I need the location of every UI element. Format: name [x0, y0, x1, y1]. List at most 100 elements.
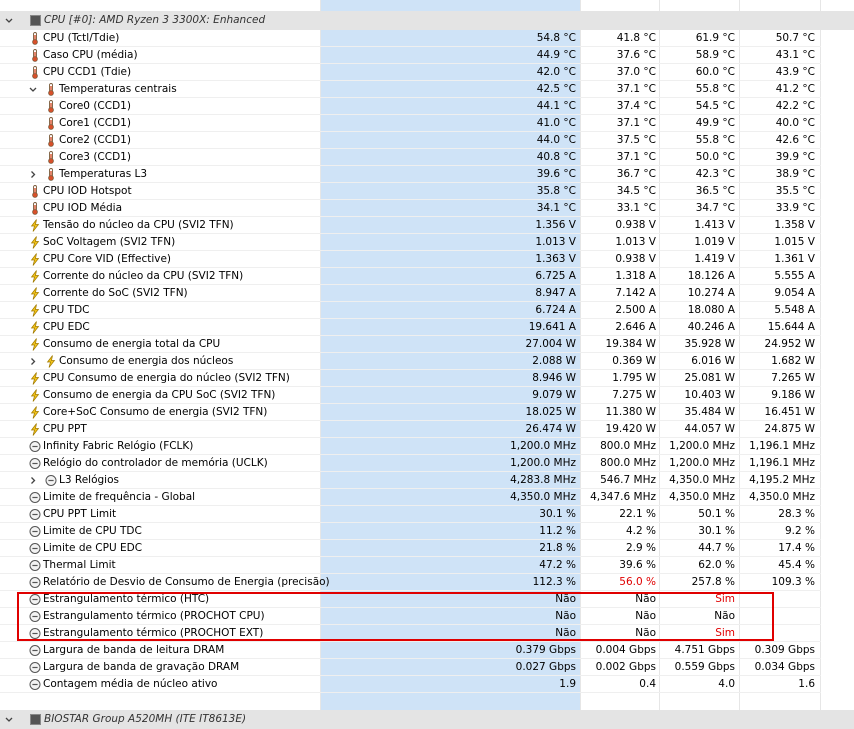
sensor-row[interactable]: Tensão do núcleo da CPU (SVI2 TFN) 1.356 …: [0, 217, 854, 234]
sensor-row[interactable]: Core3 (CCD1) 40.8 °C 37.1 °C 50.0 °C 39.9 °C: [0, 149, 854, 166]
minimum-value: Não: [635, 610, 656, 622]
current-value: 1.356 V: [535, 219, 576, 231]
current-value: 6.724 A: [535, 304, 576, 316]
thermometer-icon: [45, 100, 57, 113]
sensor-row[interactable]: CPU EDC 19.641 A 2.646 A 40.246 A 15.644 A: [0, 319, 854, 336]
sensor-row[interactable]: Core1 (CCD1) 41.0 °C 37.1 °C 49.9 °C 40.0 °C: [0, 115, 854, 132]
sensor-row[interactable]: CPU CCD1 (Tdie) 42.0 °C 37.0 °C 60.0 °C 43.9…: [0, 64, 854, 81]
sensor-row[interactable]: L3 Relógios 4,283.8 MHz 546.7 MHz 4,350.0 M…: [0, 472, 854, 489]
sensor-row[interactable]: Limite de CPU TDC 11.2 % 4.2 % 30.1 % 9.2 %: [0, 523, 854, 540]
maximum-value: 25.081 W: [684, 372, 735, 384]
sensor-row[interactable]: Estrangulamento térmico (PROCHOT CPU) Não…: [0, 608, 854, 625]
sensor-row[interactable]: Thermal Limit 47.2 % 39.6 % 62.0 % 45.4 %: [0, 557, 854, 574]
sensor-label: Limite de CPU TDC: [43, 525, 142, 537]
maximum-value: Sim: [715, 627, 735, 639]
current-value: 44.9 °C: [536, 49, 576, 61]
sensor-row[interactable]: CPU PPT 26.474 W 19.420 W 44.057 W 24.875 W: [0, 421, 854, 438]
maximum-value: 49.9 °C: [695, 117, 735, 129]
sensor-row[interactable]: Limite de frequência - Global 4,350.0 MHz…: [0, 489, 854, 506]
sensor-row[interactable]: Largura de banda de gravação DRAM 0.027 G…: [0, 659, 854, 676]
maximum-value: 55.8 °C: [695, 134, 735, 146]
average-value: 1.6: [798, 678, 815, 690]
sensor-row[interactable]: SoC Voltagem (SVI2 TFN) 1.013 V 1.013 V 1.0…: [0, 234, 854, 251]
lightning-icon: [29, 372, 41, 385]
chevron-right-icon[interactable]: [28, 353, 38, 370]
lightning-icon: [29, 338, 41, 351]
sensor-row[interactable]: Consumo de energia dos núcleos 2.088 W 0.3…: [0, 353, 854, 370]
average-value: 109.3 %: [771, 576, 815, 588]
sensor-row[interactable]: Consumo de energia total da CPU 27.004 W 1…: [0, 336, 854, 353]
minimum-value: 1.013 V: [615, 236, 656, 248]
chevron-down-icon[interactable]: [28, 81, 38, 98]
sensor-row[interactable]: Consumo de energia da CPU SoC (SVI2 TFN)…: [0, 387, 854, 404]
average-value: 50.7 °C: [775, 32, 815, 44]
sensor-row[interactable]: Caso CPU (média) 44.9 °C 37.6 °C 58.9 °C 43.…: [0, 47, 854, 64]
average-value: 5.548 A: [774, 304, 815, 316]
average-value: 4,195.2 MHz: [749, 474, 815, 486]
sensor-row[interactable]: Temperaturas L3 39.6 °C 36.7 °C 42.3 °C 38.9…: [0, 166, 854, 183]
maximum-value: 50.0 °C: [695, 151, 735, 163]
average-value: 9.054 A: [774, 287, 815, 299]
sensor-label: Estrangulamento térmico (PROCHOT EXT): [43, 627, 264, 639]
maximum-value: 6.016 W: [691, 355, 735, 367]
minimum-value: 37.1 °C: [616, 117, 656, 129]
sensor-label: Largura de banda de leitura DRAM: [43, 644, 225, 656]
clock-icon: [29, 440, 41, 453]
current-value: 9.079 W: [532, 389, 576, 401]
sensor-label: Consumo de energia total da CPU: [43, 338, 221, 350]
sensor-row[interactable]: Infinity Fabric Relógio (FCLK) 1,200.0 MH…: [0, 438, 854, 455]
sensor-row[interactable]: Core2 (CCD1) 44.0 °C 37.5 °C 55.8 °C 42.6 °C: [0, 132, 854, 149]
clock-icon: [29, 593, 41, 606]
sensor-row[interactable]: Temperaturas centrais 42.5 °C 37.1 °C 55.8 …: [0, 81, 854, 98]
current-value: 39.6 °C: [536, 168, 576, 180]
sensor-row[interactable]: Corrente do núcleo da CPU (SVI2 TFN) 6.72…: [0, 268, 854, 285]
sensor-row[interactable]: Core0 (CCD1) 44.1 °C 37.4 °C 54.5 °C 42.2 °C: [0, 98, 854, 115]
chevron-right-icon[interactable]: [28, 472, 38, 489]
sensor-row[interactable]: Estrangulamento térmico (HTC) Não Não Sim: [0, 591, 854, 608]
sensor-row[interactable]: Core+SoC Consumo de energia (SVI2 TFN) 18…: [0, 404, 854, 421]
maximum-value: Sim: [715, 593, 735, 605]
sensor-row[interactable]: CPU TDC 6.724 A 2.500 A 18.080 A 5.548 A: [0, 302, 854, 319]
current-value: 41.0 °C: [536, 117, 576, 129]
minimum-value: 41.8 °C: [616, 32, 656, 44]
chevron-down-icon[interactable]: [4, 711, 14, 728]
maximum-value: 42.3 °C: [695, 168, 735, 180]
group-header-motherboard[interactable]: BIOSTAR Group A520MH (ITE IT8613E): [0, 710, 854, 729]
current-value: 27.004 W: [525, 338, 576, 350]
sensor-row[interactable]: CPU Consumo de energia do núcleo (SVI2 T…: [0, 370, 854, 387]
sensor-row[interactable]: CPU Core VID (Effective) 1.363 V 0.938 V 1.…: [0, 251, 854, 268]
minimum-value: 11.380 W: [605, 406, 656, 418]
sensor-row[interactable]: Largura de banda de leitura DRAM 0.379 Gb…: [0, 642, 854, 659]
chevron-down-icon[interactable]: [4, 12, 14, 29]
chevron-right-icon[interactable]: [28, 166, 38, 183]
group-header-cpu[interactable]: CPU [#0]: AMD Ryzen 3 3300X: Enhanced: [0, 11, 854, 30]
sensor-row[interactable]: Relógio do controlador de memória (UCLK)…: [0, 455, 854, 472]
minimum-value: 800.0 MHz: [600, 457, 656, 469]
minimum-value: 0.938 V: [615, 253, 656, 265]
clock-icon: [45, 474, 57, 487]
sensor-row[interactable]: Contagem média de núcleo ativo 1.9 0.4 4.0 1…: [0, 676, 854, 693]
clock-icon: [29, 542, 41, 555]
sensor-row[interactable]: Limite de CPU EDC 21.8 % 2.9 % 44.7 % 17.4 %: [0, 540, 854, 557]
minimum-value: 19.420 W: [605, 423, 656, 435]
minimum-value: 37.0 °C: [616, 66, 656, 78]
sensor-label: Core2 (CCD1): [59, 134, 131, 146]
row-divider: [0, 692, 821, 693]
lightning-icon: [29, 253, 41, 266]
empty-scroll-area: [821, 0, 854, 724]
sensor-row[interactable]: CPU IOD Média 34.1 °C 33.1 °C 34.7 °C 33.9 °…: [0, 200, 854, 217]
sensor-row[interactable]: Relatório de Desvio de Consumo de Energi…: [0, 574, 854, 591]
clock-icon: [29, 576, 41, 589]
sensor-row[interactable]: CPU (Tctl/Tdie) 54.8 °C 41.8 °C 61.9 °C 50.7…: [0, 30, 854, 47]
current-value: 1.9: [559, 678, 576, 690]
sensor-row[interactable]: CPU IOD Hotspot 35.8 °C 34.5 °C 36.5 °C 35.5…: [0, 183, 854, 200]
average-value: 0.034 Gbps: [754, 661, 815, 673]
minimum-value: 0.004 Gbps: [595, 644, 656, 656]
sensor-row[interactable]: Estrangulamento térmico (PROCHOT EXT) Não…: [0, 625, 854, 642]
sensor-label: Infinity Fabric Relógio (FCLK): [43, 440, 194, 452]
sensor-row[interactable]: CPU PPT Limit 30.1 % 22.1 % 50.1 % 28.3 %: [0, 506, 854, 523]
current-value: Não: [555, 627, 576, 639]
sensor-row[interactable]: Corrente do SoC (SVI2 TFN) 8.947 A 7.142 A…: [0, 285, 854, 302]
maximum-value: 1.413 V: [694, 219, 735, 231]
sensor-label: Temperaturas centrais: [59, 83, 177, 95]
